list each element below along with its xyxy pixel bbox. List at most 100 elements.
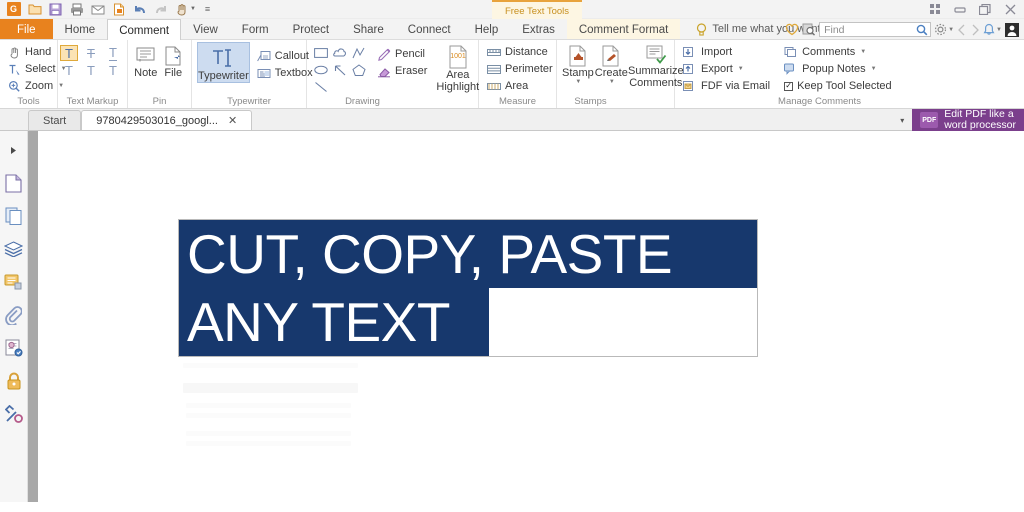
app-logo-icon: G (6, 2, 21, 16)
contextual-tab-free-text-tools[interactable]: Free Text Tools (492, 0, 582, 19)
ribbon-group-label-manage-comments: Manage Comments (778, 96, 861, 107)
keep-tool-selected-checkbox[interactable]: ✓ (784, 81, 794, 91)
tab-share[interactable]: Share (341, 19, 396, 39)
create-dropdown-caret[interactable]: ▼ (609, 79, 615, 85)
notifications-dropdown-caret[interactable]: ▼ (996, 27, 1002, 33)
ribbon-button-create-stamp[interactable]: Create ▼ (595, 42, 628, 85)
ribbon-item-pencil[interactable]: Pencil (374, 46, 430, 62)
tab-connect[interactable]: Connect (396, 19, 463, 39)
ribbon-button-area-highlight[interactable]: 1001 Area Highlight (436, 42, 479, 93)
comments-dropdown-caret[interactable]: ▼ (860, 49, 866, 55)
area-highlight-label-1: Area (446, 69, 470, 81)
account-avatar-icon[interactable] (1005, 22, 1019, 37)
search-document-icon[interactable] (802, 23, 816, 36)
hand-tool-dropdown-caret[interactable]: ▼ (190, 6, 196, 12)
sidebar-divider-strip (28, 131, 38, 502)
page-thumbnails-icon[interactable] (3, 170, 25, 196)
restore-icon[interactable] (973, 0, 997, 19)
ribbon-item-eraser[interactable]: Eraser (374, 63, 430, 79)
ribbon-group-pin: Note File Typewriter Pin (128, 40, 192, 108)
ribbon-group-text-markup: T T T T T T Text Markup (58, 40, 128, 108)
tab-form[interactable]: Form (230, 19, 281, 39)
note-icon (136, 47, 155, 62)
tab-help[interactable]: Help (463, 19, 511, 39)
save-icon[interactable] (46, 1, 65, 18)
minimize-icon[interactable] (948, 0, 972, 19)
collapse-ribbon-caret-icon[interactable]: ▾ (892, 116, 912, 125)
rectangle-shape-icon[interactable] (312, 45, 330, 61)
close-icon[interactable] (998, 0, 1022, 19)
promo-banner[interactable]: PDF Edit PDF like a word processor (912, 109, 1024, 131)
comments-icon (784, 47, 797, 57)
arrow-shape-icon[interactable] (331, 62, 349, 78)
export-dropdown-caret[interactable]: ▼ (738, 66, 744, 72)
navigate-forward-icon[interactable] (970, 24, 980, 36)
favorites-heart-icon[interactable] (785, 23, 799, 36)
stamp-dropdown-caret[interactable]: ▼ (575, 79, 581, 85)
email-icon[interactable] (88, 1, 107, 18)
strikeout-text-icon[interactable]: T (82, 45, 100, 61)
underline-text-icon[interactable]: T (104, 45, 122, 61)
ellipse-shape-icon[interactable] (312, 62, 330, 78)
ribbon-button-file[interactable]: File (161, 42, 187, 79)
new-from-file-icon[interactable] (109, 1, 128, 18)
typewriter-text-box[interactable]: CUT, COPY, PASTE ANY TEXT (178, 219, 758, 357)
squiggly-underline-icon[interactable]: T (60, 62, 78, 78)
apps-grid-icon[interactable] (923, 0, 947, 19)
tab-comment[interactable]: Comment (107, 19, 182, 41)
page-placeholder-line (186, 413, 351, 418)
polygon-shape-icon[interactable] (350, 62, 368, 78)
digital-signature-icon[interactable] (3, 335, 25, 361)
pdf-page-canvas[interactable]: CUT, COPY, PASTE ANY TEXT (38, 131, 1024, 502)
settings-dropdown-caret[interactable]: ▼ (948, 27, 954, 33)
redo-icon[interactable] (151, 1, 170, 18)
ribbon-button-typewriter[interactable]: Typewriter (197, 42, 250, 83)
layers-icon[interactable] (3, 236, 25, 262)
attachments-icon[interactable] (3, 302, 25, 328)
open-file-icon[interactable] (25, 1, 44, 18)
notifications-bell-icon[interactable]: ▼ (983, 23, 1002, 36)
popup-notes-dropdown-caret[interactable]: ▼ (871, 66, 877, 72)
organize-pages-icon[interactable] (3, 203, 25, 229)
ribbon-button-note[interactable]: Note (133, 42, 159, 79)
line-shape-icon[interactable] (312, 79, 330, 95)
ribbon-button-stamp[interactable]: Stamp ▼ (562, 42, 594, 85)
replace-text-icon[interactable]: T (82, 62, 100, 78)
document-tab-close-icon[interactable]: ✕ (228, 114, 237, 127)
tab-view[interactable]: View (181, 19, 230, 39)
comments-panel-icon[interactable] (3, 269, 25, 295)
print-icon[interactable] (67, 1, 86, 18)
app-menu-button[interactable]: G (4, 1, 23, 18)
navigate-back-icon[interactable] (957, 24, 967, 36)
tab-protect[interactable]: Protect (281, 19, 341, 39)
customize-toolbar-icon[interactable]: ≡ (198, 1, 217, 18)
document-tab-pdf[interactable]: 9780429503016_googl... ✕ (81, 110, 253, 130)
find-input[interactable]: Find (819, 22, 932, 37)
settings-gear-icon[interactable]: ▼ (934, 23, 954, 36)
tab-home[interactable]: Home (53, 19, 108, 39)
tab-extras[interactable]: Extras (510, 19, 567, 39)
tab-file[interactable]: File (0, 19, 53, 39)
tools-icon[interactable] (3, 401, 25, 427)
ribbon-item-distance[interactable]: Distance (484, 44, 556, 60)
insert-text-icon[interactable]: T (104, 62, 122, 78)
polyline-shape-icon[interactable] (350, 45, 368, 61)
ribbon-item-keep-tool-selected[interactable]: ✓ Keep Tool Selected (781, 78, 895, 94)
ribbon-item-import[interactable]: Import (680, 44, 773, 60)
hand-tool-icon[interactable] (172, 1, 191, 18)
tab-comment-format[interactable]: Comment Format (566, 19, 681, 39)
ribbon-item-popup-notes[interactable]: Popup Notes ▼ (781, 61, 895, 77)
security-lock-icon[interactable] (3, 368, 25, 394)
page-placeholder-line (183, 363, 358, 368)
ribbon-item-area[interactable]: Area (484, 78, 556, 94)
ribbon-item-comments[interactable]: Comments ▼ (781, 44, 895, 60)
undo-icon[interactable] (130, 1, 149, 18)
ribbon-item-perimeter[interactable]: Perimeter (484, 61, 556, 77)
document-tab-start[interactable]: Start (28, 110, 82, 130)
ribbon-item-export[interactable]: Export ▼ (680, 61, 773, 77)
ribbon-item-fdf-via-email[interactable]: FDF via Email (680, 78, 773, 94)
cloud-shape-icon[interactable] (331, 45, 349, 61)
ribbon-button-create-label: Create (594, 67, 628, 79)
highlight-text-icon[interactable]: T (60, 45, 78, 61)
expand-panel-icon[interactable] (3, 137, 25, 163)
